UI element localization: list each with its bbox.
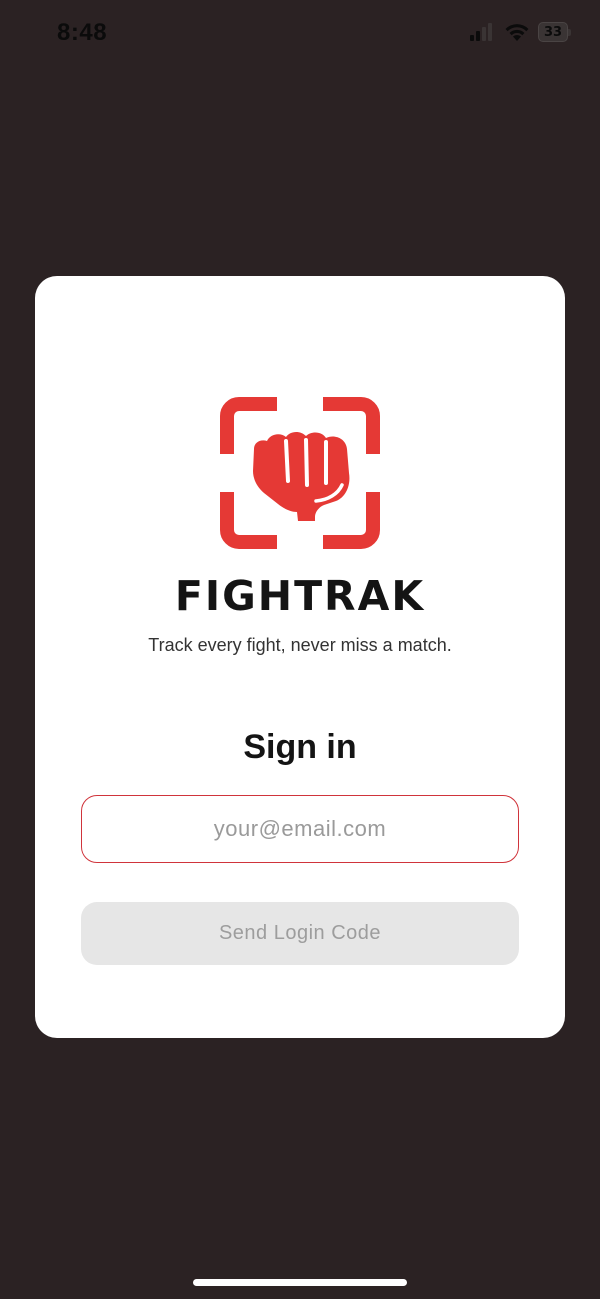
email-input[interactable] (81, 795, 519, 863)
app-tagline: Track every fight, never miss a match. (148, 635, 452, 655)
cellular-signal-icon (470, 23, 492, 41)
battery-level: 33 (543, 24, 563, 40)
battery-icon: 33 (538, 22, 571, 42)
fist-icon (220, 397, 380, 549)
status-time: 8:48 (57, 19, 108, 46)
home-indicator (193, 1279, 407, 1286)
status-icons: 33 (470, 22, 571, 42)
signin-card: FIGHTRAK Track every fight, never miss a… (35, 276, 565, 1038)
send-login-code-button[interactable]: Send Login Code (81, 902, 519, 965)
wifi-icon (505, 24, 529, 41)
signin-title: Sign in (243, 728, 357, 766)
login-screen: 8:48 33 FIGHTRAK Track every fight, neve… (0, 0, 600, 1299)
app-wordmark: FIGHTRAK (174, 572, 426, 620)
